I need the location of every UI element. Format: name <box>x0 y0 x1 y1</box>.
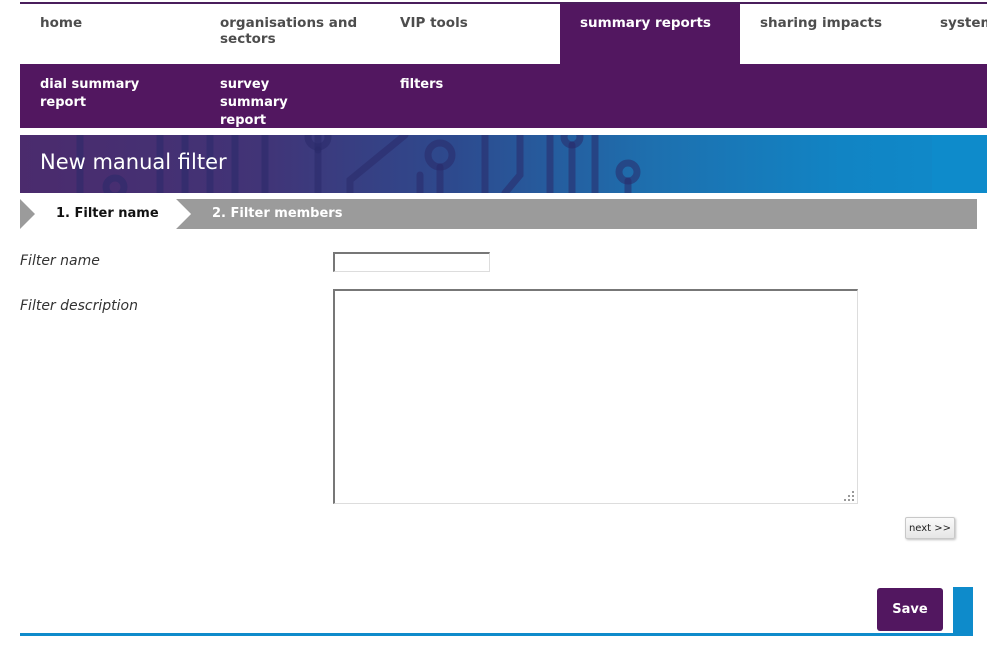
main-nav: home organisations and sectors VIP tools… <box>20 4 987 64</box>
bottom-border <box>20 633 973 636</box>
page-banner: New manual filter <box>20 135 987 193</box>
nav-item-organisations-and-sectors[interactable]: organisations and sectors <box>200 4 380 64</box>
page-title: New manual filter <box>40 150 227 174</box>
nav-item-system-admin[interactable]: system a <box>920 4 987 64</box>
nav-item-summary-reports[interactable]: summary reports <box>560 4 740 64</box>
next-button[interactable]: next >> <box>905 517 955 539</box>
filter-description-label: Filter description <box>20 298 138 314</box>
step-filter-name[interactable]: 1. Filter name <box>56 206 159 222</box>
nav-item-sharing-impacts[interactable]: sharing impacts <box>740 4 920 64</box>
subnav-item-dial-summary-report[interactable]: dial summary report <box>20 76 200 112</box>
step-filter-members[interactable]: 2. Filter members <box>212 206 342 222</box>
wizard-steps: 1. Filter name 2. Filter members <box>20 199 977 229</box>
filter-description-textarea[interactable] <box>333 289 858 504</box>
save-button[interactable]: Save <box>877 588 943 631</box>
subnav-item-filters[interactable]: filters <box>380 76 530 94</box>
nav-item-home[interactable]: home <box>20 4 200 64</box>
filter-name-label: Filter name <box>20 253 100 269</box>
sub-nav: dial summary report survey summary repor… <box>20 64 987 128</box>
nav-item-vip-tools[interactable]: VIP tools <box>380 4 560 64</box>
resize-grip-icon[interactable] <box>843 490 855 502</box>
subnav-item-survey-summary-report[interactable]: survey summary report <box>200 76 350 130</box>
filter-name-input[interactable] <box>333 252 490 272</box>
save-accent-bar <box>953 587 973 636</box>
banner-edge <box>932 135 987 193</box>
